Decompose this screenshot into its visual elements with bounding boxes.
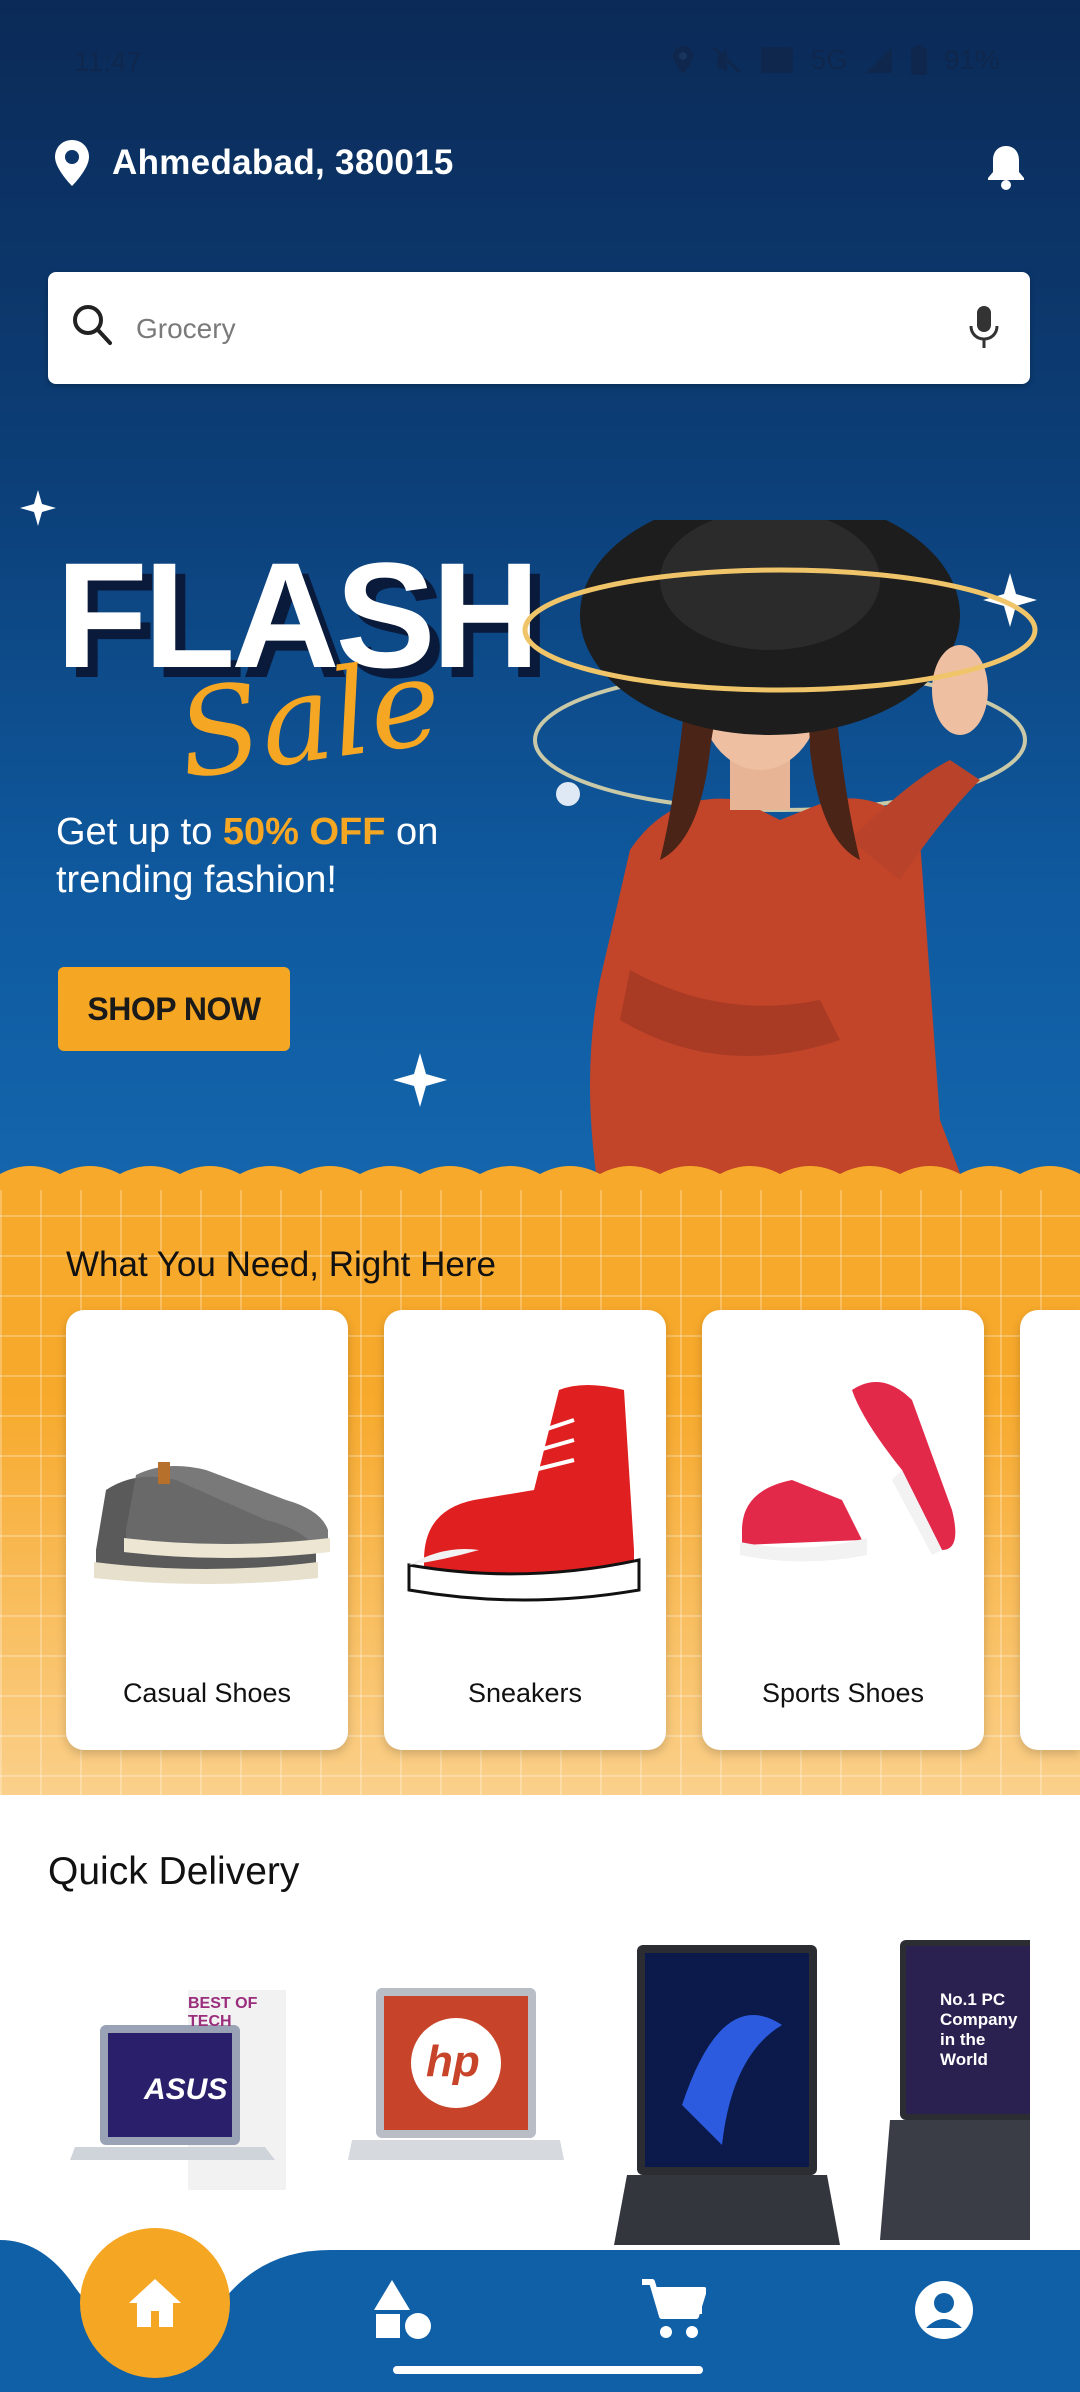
sparkle-icon <box>20 490 56 526</box>
product-card[interactable]: hp <box>346 1985 566 2205</box>
category-label: Casual Shoes <box>122 1678 292 1708</box>
product-badge: BEST OF TECH <box>188 1995 258 2030</box>
location-pin-icon <box>55 140 89 186</box>
laptop-image <box>614 1945 840 2245</box>
cart-icon <box>642 2279 707 2338</box>
promo-highlight: 50% OFF <box>222 811 386 853</box>
product-brand: ASUS <box>144 2073 228 2106</box>
category-title: What You Need, Right Here <box>66 1245 496 1284</box>
promo-text: Get up to 50% OFF on trending fashion! <box>56 808 516 904</box>
nav-profile[interactable] <box>914 2280 974 2345</box>
microphone-icon[interactable] <box>968 304 1000 352</box>
mute-icon <box>712 46 741 74</box>
bell-icon <box>988 146 1024 190</box>
promo-prefix: Get up to <box>56 811 223 853</box>
shop-now-button[interactable]: SHOP NOW <box>58 967 290 1051</box>
nav-home[interactable] <box>80 2228 230 2378</box>
volte-icon <box>760 47 793 73</box>
laptop-image <box>348 1988 564 2160</box>
quick-delivery-title: Quick Delivery <box>48 1850 300 1893</box>
battery-icon <box>910 45 927 75</box>
nav-categories[interactable] <box>372 2278 436 2347</box>
product-card[interactable]: BEST OF TECH ASUS <box>70 1985 290 2205</box>
location-selector[interactable]: Ahmedabad, 380015 <box>52 138 454 188</box>
category-card-sports-shoes[interactable]: Sports Shoes <box>702 1310 984 1750</box>
product-brand: No.1 PC Company in the World <box>940 1990 1018 2069</box>
search-icon <box>73 305 112 345</box>
status-bar: 11:47 5G 91% <box>0 0 1080 120</box>
nav-cart[interactable] <box>640 2278 707 2347</box>
product-card[interactable]: No.1 PC Company in the World <box>880 1940 1030 2240</box>
sports-shoes-image <box>740 1382 956 1562</box>
casual-shoes-image <box>94 1462 330 1584</box>
product-card[interactable] <box>612 1945 842 2245</box>
category-card-sneakers[interactable]: Sneakers <box>384 1310 666 1750</box>
sparkle-icon <box>393 1053 447 1107</box>
category-label: Sneakers <box>467 1678 583 1708</box>
notification-button[interactable] <box>984 142 1028 195</box>
profile-icon <box>915 2281 973 2339</box>
location-text: Ahmedabad, 380015 <box>112 143 454 182</box>
wave-divider <box>0 1166 1080 1190</box>
status-time: 11:47 <box>74 46 142 77</box>
home-icon <box>129 2279 181 2327</box>
category-card-casual-shoes[interactable]: Casual Shoes <box>66 1310 348 1750</box>
search-bar[interactable] <box>48 272 1030 384</box>
category-card-partial[interactable] <box>1020 1310 1080 1750</box>
sneakers-image <box>407 1385 641 1602</box>
gesture-bar <box>393 2366 703 2374</box>
signal-icon <box>865 47 892 73</box>
product-brand: hp <box>426 2037 480 2086</box>
location-status-icon <box>672 46 693 74</box>
status-icons: 5G 91% <box>671 44 1000 76</box>
network-label: 5G <box>810 44 848 75</box>
categories-icon <box>374 2280 431 2339</box>
laptop-image <box>880 1940 1030 2240</box>
search-input[interactable] <box>134 294 938 364</box>
battery-label: 91% <box>943 44 1000 75</box>
category-label: Sports Shoes <box>761 1678 925 1708</box>
